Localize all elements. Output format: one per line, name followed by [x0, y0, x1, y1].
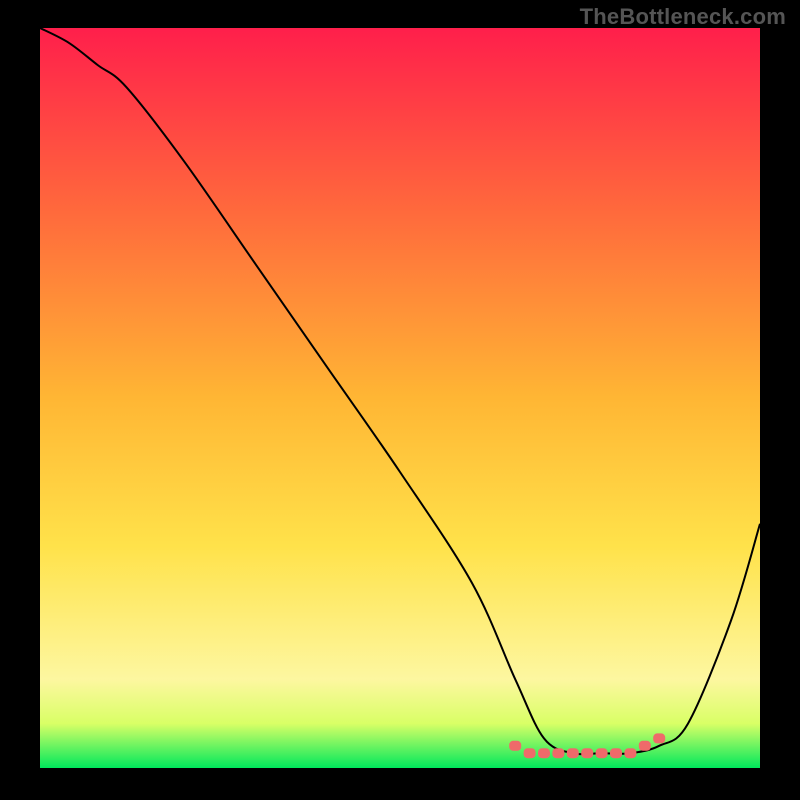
marker-dot: [581, 748, 593, 758]
chart-svg: [40, 28, 760, 768]
marker-dot: [624, 748, 636, 758]
chart-frame: TheBottleneck.com: [0, 0, 800, 800]
marker-dot: [639, 741, 651, 751]
marker-dot: [509, 741, 521, 751]
heat-background: [40, 28, 760, 768]
plot-area: [40, 28, 760, 768]
marker-dot: [567, 748, 579, 758]
marker-dot: [538, 748, 550, 758]
marker-dot: [610, 748, 622, 758]
watermark-text: TheBottleneck.com: [580, 4, 786, 30]
marker-dot: [653, 733, 665, 743]
marker-dot: [596, 748, 608, 758]
marker-dot: [552, 748, 564, 758]
marker-dot: [524, 748, 536, 758]
